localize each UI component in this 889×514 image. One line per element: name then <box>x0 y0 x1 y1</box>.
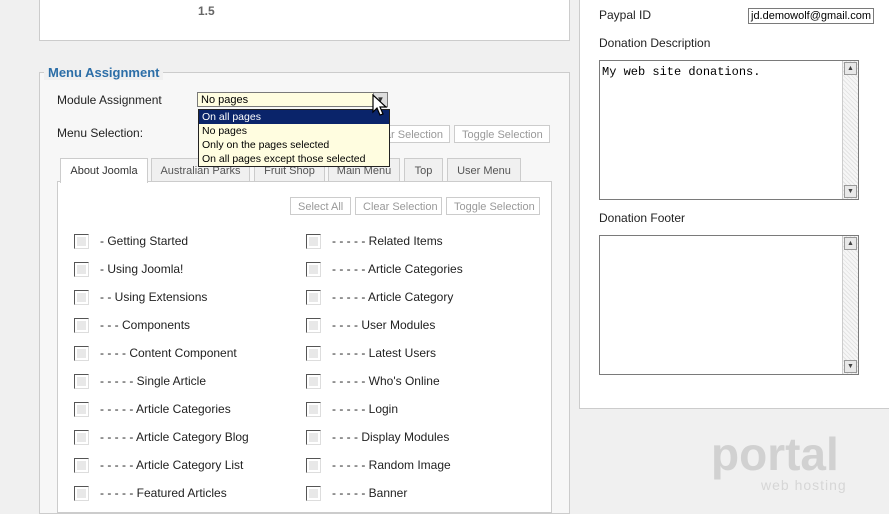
scroll-down-icon[interactable]: ▼ <box>844 185 857 198</box>
module-assignment-dropdown: On all pages No pages Only on the pages … <box>198 109 390 167</box>
top-panel <box>39 0 570 41</box>
checkbox[interactable] <box>306 374 321 389</box>
checkbox[interactable] <box>306 234 321 249</box>
scroll-up-icon[interactable]: ▲ <box>844 62 857 75</box>
checkbox[interactable] <box>306 402 321 417</box>
dropdown-option[interactable]: No pages <box>199 124 389 138</box>
watermark-brand: portal <box>711 428 839 480</box>
select-value: No pages <box>201 94 249 106</box>
scroll-down-icon[interactable]: ▼ <box>844 360 857 373</box>
paypal-id-field[interactable]: jd.demowolf@gmail.com <box>748 8 874 24</box>
toggle-selection-button[interactable]: Toggle Selection <box>446 197 540 215</box>
checkbox[interactable] <box>74 346 89 361</box>
donation-description-label: Donation Description <box>599 36 711 50</box>
checkbox[interactable] <box>74 374 89 389</box>
checkbox[interactable] <box>74 290 89 305</box>
menu-selection-label: Menu Selection: <box>57 126 144 140</box>
mouse-cursor-icon <box>372 94 388 116</box>
checkbox[interactable] <box>74 262 89 277</box>
dropdown-option[interactable]: On all pages <box>199 110 389 124</box>
checkbox[interactable] <box>306 430 321 445</box>
toggle-selection-button[interactable]: Toggle Selection <box>454 125 550 143</box>
module-assignment-label: Module Assignment <box>57 93 162 107</box>
donation-description-text: My web site donations. <box>602 65 761 79</box>
checkbox[interactable] <box>306 290 321 305</box>
scrollbar[interactable]: ▲ ▼ <box>842 61 858 199</box>
checkbox[interactable] <box>74 430 89 445</box>
checkbox[interactable] <box>306 486 321 501</box>
checkbox[interactable] <box>306 262 321 277</box>
dropdown-option[interactable]: On all pages except those selected <box>199 152 389 166</box>
checkbox[interactable] <box>74 234 89 249</box>
select-all-button[interactable]: Select All <box>290 197 351 215</box>
watermark-tagline: web hosting <box>760 477 847 493</box>
donation-footer-textarea[interactable]: ▲ ▼ <box>599 235 859 375</box>
checkbox[interactable] <box>74 458 89 473</box>
scroll-up-icon[interactable]: ▲ <box>844 237 857 250</box>
scrollbar[interactable]: ▲ ▼ <box>842 236 858 374</box>
clear-selection-button[interactable]: Clear Selection <box>355 197 442 215</box>
paypal-id-label: Paypal ID <box>599 8 652 22</box>
tab-about-joomla[interactable]: About Joomla <box>60 158 148 183</box>
dropdown-option[interactable]: Only on the pages selected <box>199 138 389 152</box>
checkbox[interactable] <box>74 402 89 417</box>
portal-logo-watermark: portal web hosting <box>711 428 847 493</box>
menu-assignment-legend: Menu Assignment <box>44 65 164 80</box>
donation-description-textarea[interactable]: My web site donations. ▲ ▼ <box>599 60 859 200</box>
checkbox[interactable] <box>306 346 321 361</box>
tab-top[interactable]: Top <box>404 158 443 182</box>
donation-footer-label: Donation Footer <box>599 211 686 225</box>
checkbox[interactable] <box>74 486 89 501</box>
checkbox[interactable] <box>306 458 321 473</box>
module-assignment-select[interactable]: No pages ▼ <box>197 92 388 107</box>
checkbox[interactable] <box>74 318 89 333</box>
version-number: 1.5 <box>198 4 215 18</box>
checkbox[interactable] <box>306 318 321 333</box>
tab-user-menu[interactable]: User Menu <box>447 158 521 182</box>
